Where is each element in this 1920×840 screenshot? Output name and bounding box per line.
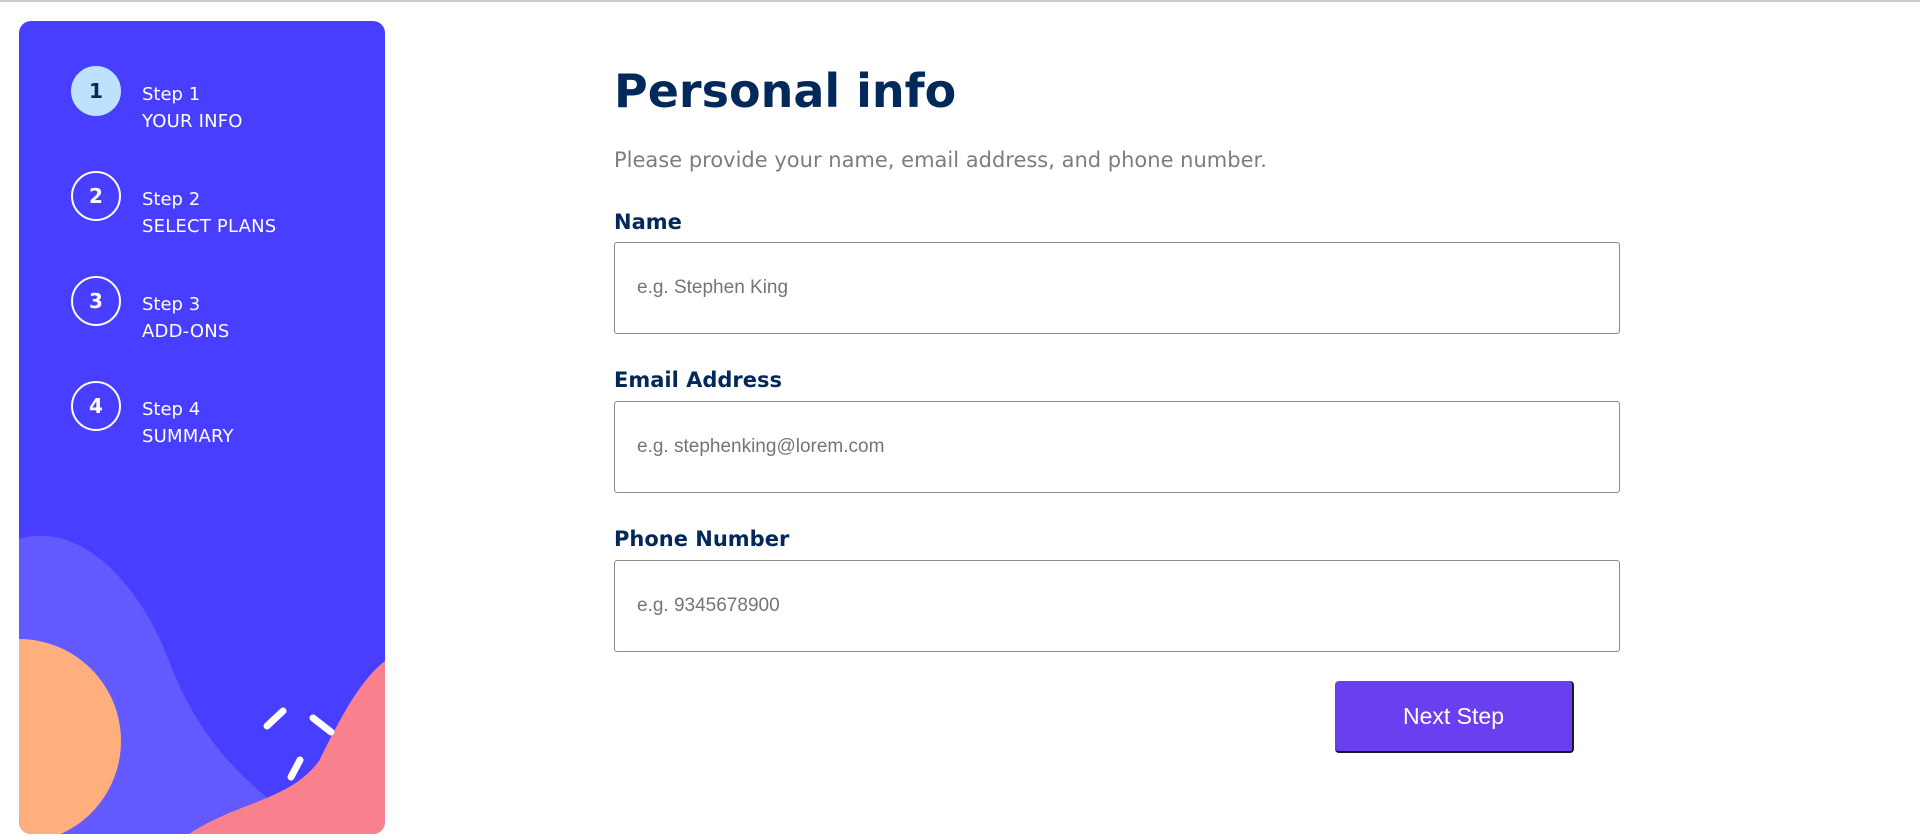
next-step-button[interactable]: Next Step xyxy=(1335,681,1574,753)
step-label: Step 2 xyxy=(142,189,201,210)
step-label: Step 4 xyxy=(142,399,201,420)
step-label: Step 3 xyxy=(142,294,201,315)
step-item-1[interactable]: 1 Step 1 YOUR INFO xyxy=(71,66,276,171)
step-number-badge: 4 xyxy=(71,381,121,431)
step-item-4[interactable]: 4 Step 4 SUMMARY xyxy=(71,381,276,486)
phone-label: Phone Number xyxy=(614,527,790,551)
step-list: 1 Step 1 YOUR INFO 2 Step 2 SELECT PLANS… xyxy=(71,66,276,486)
name-label: Name xyxy=(614,210,682,234)
step-number-badge: 2 xyxy=(71,171,121,221)
step-item-3[interactable]: 3 Step 3 ADD-ONS xyxy=(71,276,276,381)
sidebar: 1 Step 1 YOUR INFO 2 Step 2 SELECT PLANS… xyxy=(19,21,385,834)
email-input[interactable] xyxy=(614,401,1620,493)
email-label: Email Address xyxy=(614,368,783,392)
step-name: YOUR INFO xyxy=(142,111,243,132)
top-divider xyxy=(0,0,1920,2)
name-input[interactable] xyxy=(614,242,1620,334)
page-title: Personal info xyxy=(614,64,957,118)
step-name: SELECT PLANS xyxy=(142,216,277,237)
step-item-2[interactable]: 2 Step 2 SELECT PLANS xyxy=(71,171,276,276)
phone-input[interactable] xyxy=(614,560,1620,652)
step-number-badge: 1 xyxy=(71,66,121,116)
step-label: Step 1 xyxy=(142,84,201,105)
step-name: SUMMARY xyxy=(142,426,234,447)
step-name: ADD-ONS xyxy=(142,321,230,342)
step-number-badge: 3 xyxy=(71,276,121,326)
page-subtitle: Please provide your name, email address,… xyxy=(614,148,1267,172)
